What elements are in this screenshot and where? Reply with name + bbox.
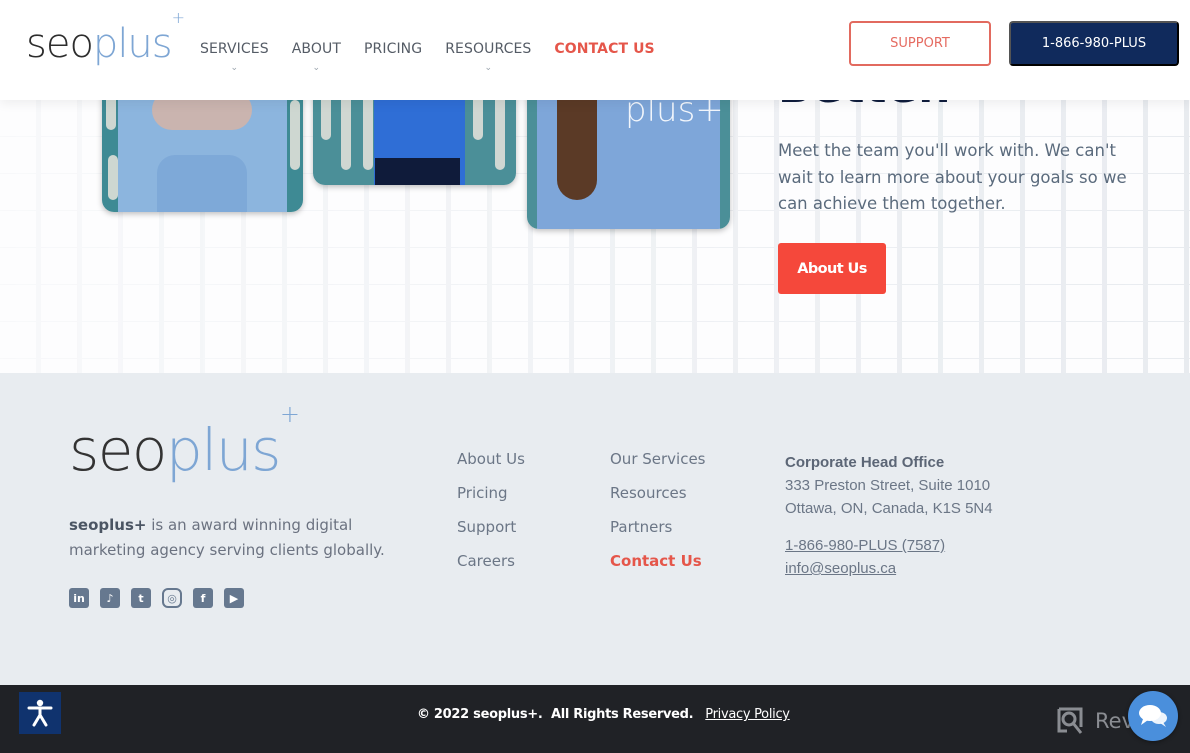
wall-stripe [290, 100, 300, 170]
accessibility-button[interactable] [19, 692, 61, 734]
facebook-icon[interactable]: f [193, 588, 213, 608]
about-us-button[interactable]: About Us [778, 243, 886, 294]
accessibility-icon [27, 699, 53, 727]
footer-links-column-1: About Us Pricing Support Careers [457, 450, 525, 586]
nav-pricing[interactable]: PRICING [364, 41, 422, 57]
twitter-icon[interactable]: t [131, 588, 151, 608]
office-title: Corporate Head Office [785, 454, 945, 471]
site-logo[interactable]: seoplus+ [26, 9, 185, 67]
footer-link-careers[interactable]: Careers [457, 552, 525, 586]
logo-plus: plus [92, 21, 173, 67]
nav-label: RESOURCES [445, 41, 532, 57]
revain-logo-icon [1057, 707, 1083, 734]
brand-name: seoplus+ [69, 516, 147, 534]
footer-links-column-2: Our Services Resources Partners Contact … [610, 450, 706, 586]
chat-button[interactable] [1128, 691, 1178, 741]
nav-label: ABOUT [291, 41, 341, 57]
privacy-policy-link[interactable]: Privacy Policy [705, 707, 790, 722]
support-button[interactable]: SUPPORT [849, 21, 991, 66]
office-address-line-2: Ottawa, ON, Canada, K1S 5N4 [785, 500, 993, 517]
office-email-link[interactable]: info@seoplus.ca [785, 557, 993, 580]
office-info: Corporate Head Office 333 Preston Street… [785, 451, 993, 580]
chevron-down-icon[interactable]: ⌄ [313, 63, 321, 73]
bottom-bar: © 2022 seoplus+. All Rights Reserved. Pr… [0, 685, 1190, 753]
footer-logo[interactable]: seoplus+ [69, 402, 300, 479]
linkedin-icon[interactable]: in [69, 588, 89, 608]
section-description: Meet the team you'll work with. We can't… [778, 141, 1127, 213]
phone-button[interactable]: 1-866-980-PLUS [1009, 21, 1179, 66]
logo-seo: seo [69, 416, 167, 484]
footer-link-contact-us[interactable]: Contact Us [610, 552, 706, 586]
youtube-icon[interactable]: ▶ [224, 588, 244, 608]
logo-plus: plus [165, 416, 281, 484]
wall-stripe [108, 155, 118, 200]
hoodie-pocket [157, 155, 247, 212]
main-nav: SERVICES ⌄ ABOUT ⌄ PRICING RESOURCES ⌄ C… [200, 41, 678, 73]
copyright-text: © 2022 seoplus+. All Rights Reserved. [417, 707, 694, 722]
footer-link-pricing[interactable]: Pricing [457, 484, 525, 518]
nav-label: CONTACT US [554, 41, 655, 57]
nav-resources[interactable]: RESOURCES ⌄ [445, 41, 532, 73]
chat-bubbles-icon [1139, 705, 1167, 727]
instagram-icon[interactable]: ◎ [162, 588, 182, 608]
footer-link-our-services[interactable]: Our Services [610, 450, 706, 484]
logo-seo: seo [26, 21, 94, 67]
tiktok-icon[interactable]: ♪ [100, 588, 120, 608]
footer-link-about-us[interactable]: About Us [457, 450, 525, 484]
nav-label: SERVICES [200, 41, 269, 57]
office-phone-link[interactable]: 1-866-980-PLUS (7587) [785, 534, 993, 557]
logo-plus-sign: + [171, 7, 185, 27]
logo-plus-sign: + [279, 399, 300, 428]
footer-link-partners[interactable]: Partners [610, 518, 706, 552]
copyright: © 2022 seoplus+. All Rights Reserved. Pr… [417, 707, 790, 722]
shirt-hem [375, 158, 460, 185]
nav-label: PRICING [363, 41, 423, 57]
site-footer: seoplus+ seoplus+ is an award winning di… [0, 373, 1190, 685]
nav-contact-us[interactable]: CONTACT US [554, 41, 654, 57]
chevron-down-icon[interactable]: ⌄ [484, 63, 492, 73]
nav-about[interactable]: ABOUT ⌄ [291, 41, 341, 73]
social-links: in ♪ t ◎ f ▶ [69, 588, 244, 608]
footer-link-support[interactable]: Support [457, 518, 525, 552]
chevron-down-icon[interactable]: ⌄ [231, 63, 239, 73]
site-header: seoplus+ SERVICES ⌄ ABOUT ⌄ PRICING RESO… [0, 0, 1190, 100]
office-address-line-1: 333 Preston Street, Suite 1010 [785, 477, 991, 494]
footer-description: seoplus+ is an award winning digital mar… [69, 513, 389, 563]
footer-link-resources[interactable]: Resources [610, 484, 706, 518]
nav-services[interactable]: SERVICES ⌄ [200, 41, 269, 73]
